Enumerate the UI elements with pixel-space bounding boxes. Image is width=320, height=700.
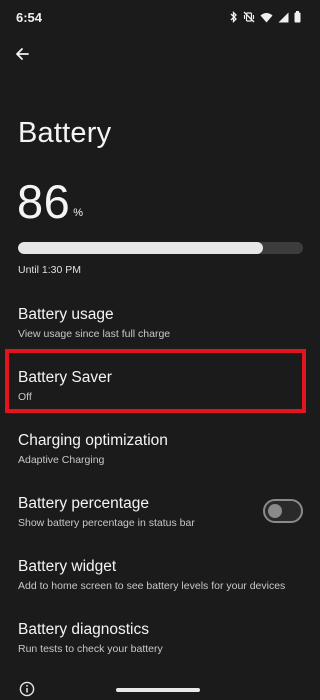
signal-icon — [278, 12, 289, 23]
status-icons — [230, 9, 301, 25]
battery-widget-item[interactable]: Battery widget Add to home screen to see… — [18, 557, 303, 593]
battery-level-unit: % — [73, 207, 84, 219]
bluetooth-icon — [230, 11, 238, 23]
battery-settings-screen: 6:54 Battery 86 % Until 1:30 PM Battery … — [0, 0, 315, 700]
battery-remaining-time: Until 1:30 PM — [18, 264, 82, 276]
setting-summary: Show battery percentage in status bar — [18, 517, 195, 529]
setting-summary: Run tests to check your battery — [18, 643, 163, 655]
setting-summary: View usage since last full charge — [18, 328, 171, 340]
arrow-left-icon — [14, 46, 30, 67]
status-bar: 6:54 — [0, 0, 315, 34]
battery-percentage-item[interactable]: Battery percentage Show battery percenta… — [18, 494, 303, 530]
battery-usage-item[interactable]: Battery usage View usage since last full… — [18, 305, 303, 341]
battery-level-bar-fill — [18, 242, 264, 254]
setting-summary: Adaptive Charging — [18, 454, 105, 466]
wifi-icon — [260, 12, 273, 23]
setting-summary: Off — [18, 391, 32, 403]
battery-level-value: 86 — [17, 175, 71, 228]
setting-title: Battery percentage — [18, 495, 149, 512]
setting-title: Battery Saver — [18, 369, 112, 386]
setting-title: Battery usage — [18, 306, 114, 323]
status-time: 6:54 — [16, 10, 43, 25]
setting-title: Battery diagnostics — [18, 621, 149, 638]
page-title: Battery — [18, 117, 112, 149]
setting-title: Battery widget — [18, 558, 117, 575]
battery-icon — [294, 11, 301, 23]
gesture-nav-handle[interactable] — [116, 688, 200, 692]
setting-summary: Add to home screen to see battery levels… — [18, 580, 286, 592]
battery-saver-item[interactable]: Battery Saver Off — [18, 368, 303, 404]
toggle-knob — [268, 504, 282, 518]
setting-title: Charging optimization — [18, 432, 168, 449]
vibrate-off-icon — [243, 11, 255, 23]
battery-diagnostics-item[interactable]: Battery diagnostics Run tests to check y… — [18, 620, 303, 656]
back-button[interactable] — [6, 40, 38, 72]
battery-percentage-toggle[interactable] — [263, 499, 303, 523]
battery-level: 86 % — [17, 178, 83, 225]
info-icon — [19, 681, 35, 697]
charging-optimization-item[interactable]: Charging optimization Adaptive Charging — [18, 431, 303, 467]
battery-level-bar — [18, 242, 303, 254]
